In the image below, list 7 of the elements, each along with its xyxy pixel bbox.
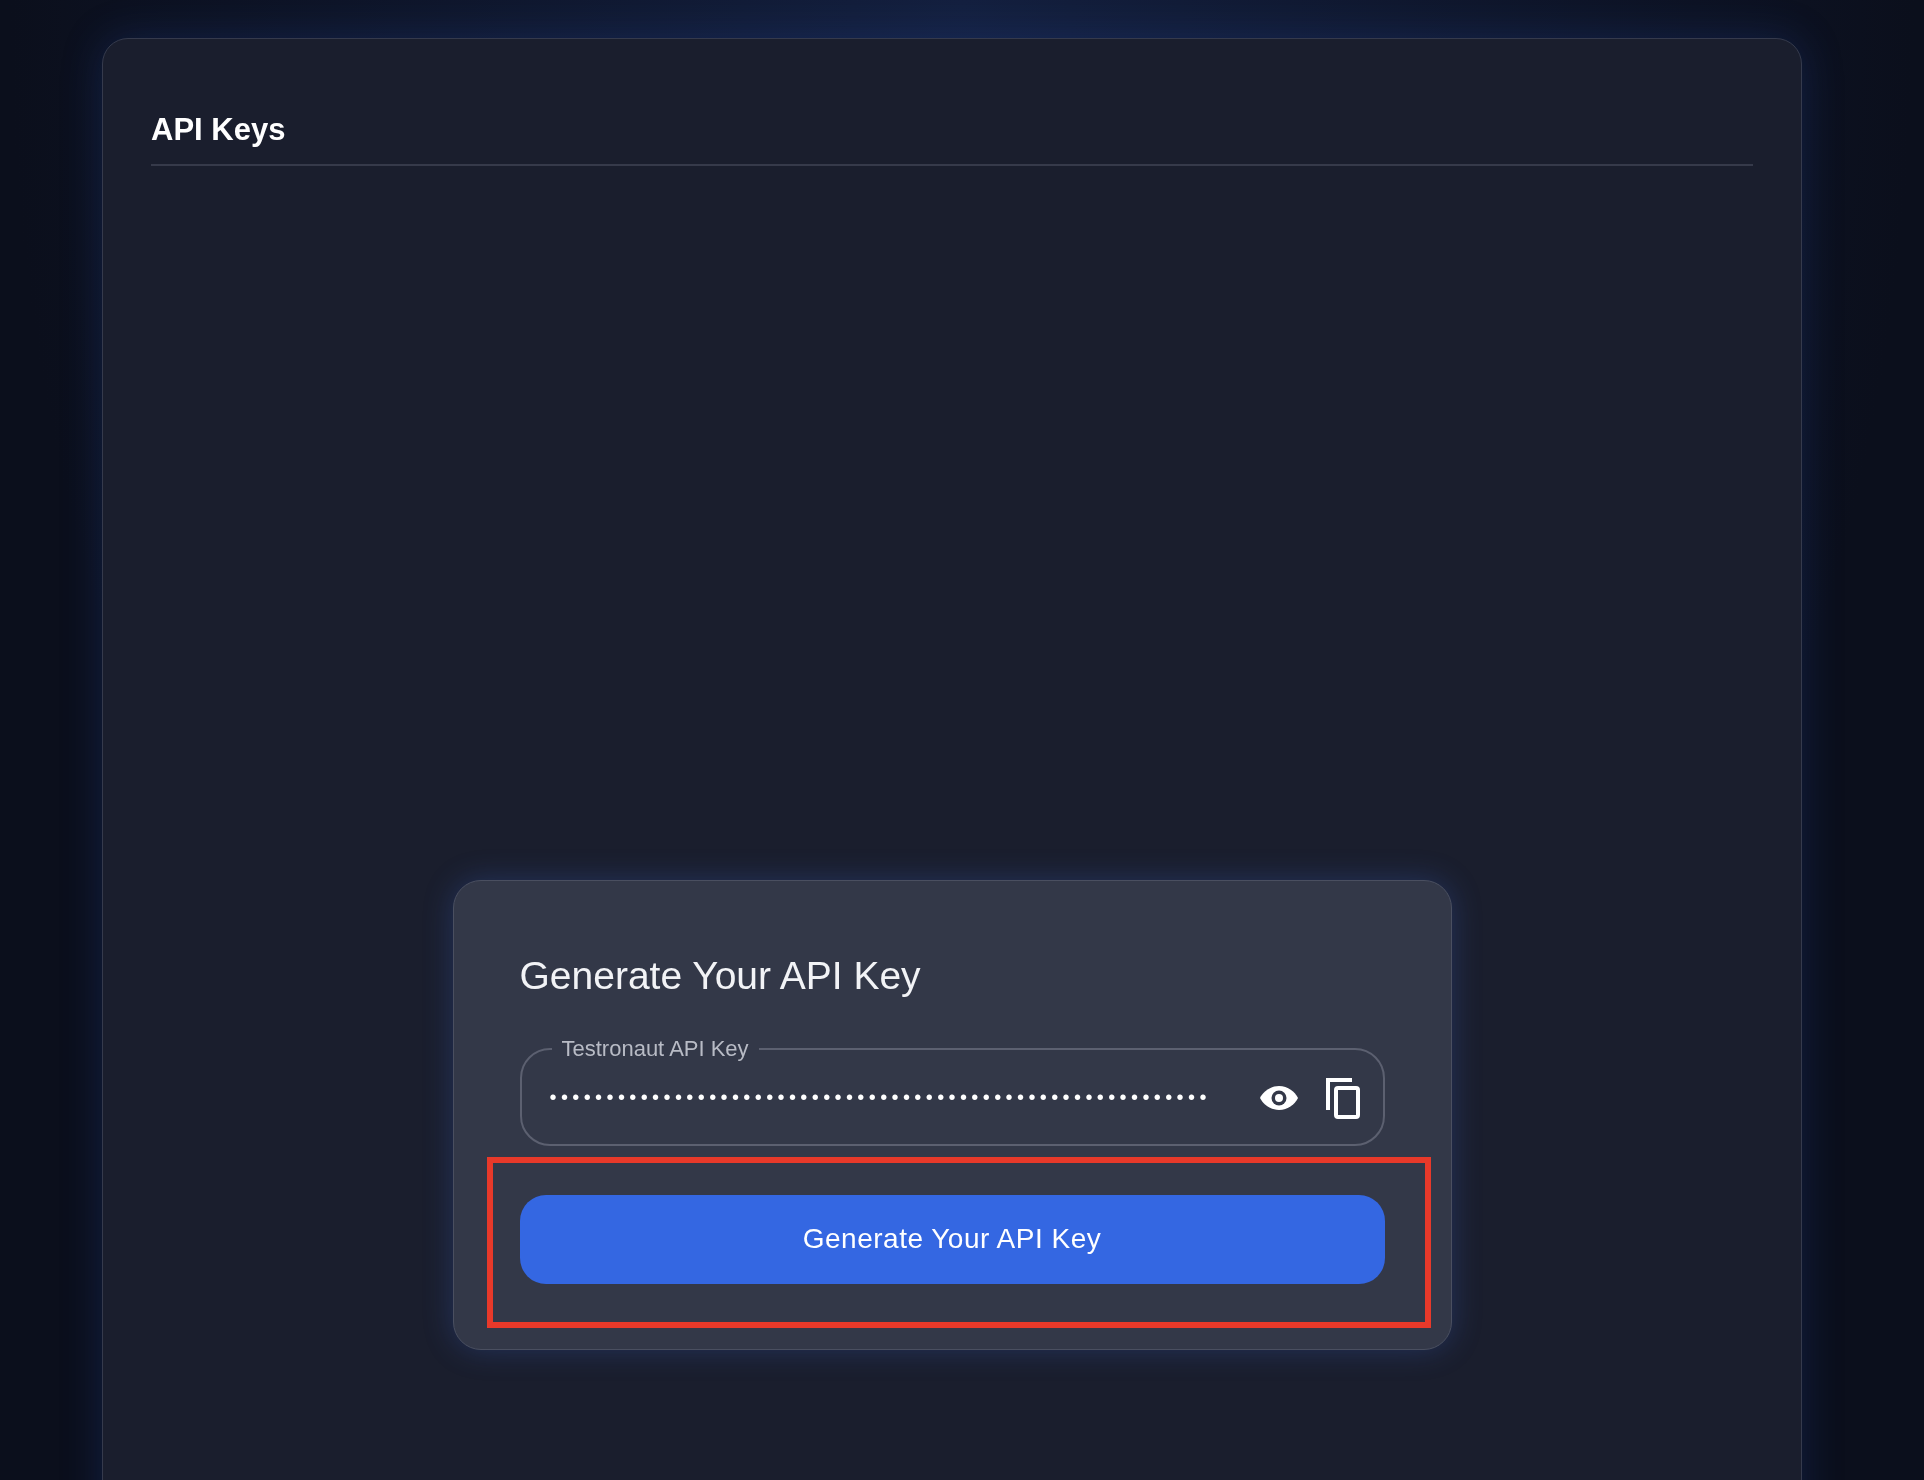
eye-icon[interactable] bbox=[1258, 1085, 1299, 1111]
copy-icon[interactable] bbox=[1324, 1077, 1361, 1119]
card-heading: Generate Your API Key bbox=[519, 953, 922, 1000]
field-label: Testronaut API Key bbox=[560, 1036, 750, 1062]
generate-key-button[interactable]: Generate Your API Key bbox=[519, 1195, 1385, 1284]
panel-title: API Keys bbox=[151, 111, 287, 149]
masked-key-value: •••••••••••••••••••••••••••••••••••••••••••••••••••••••••• bbox=[549, 1086, 1212, 1110]
